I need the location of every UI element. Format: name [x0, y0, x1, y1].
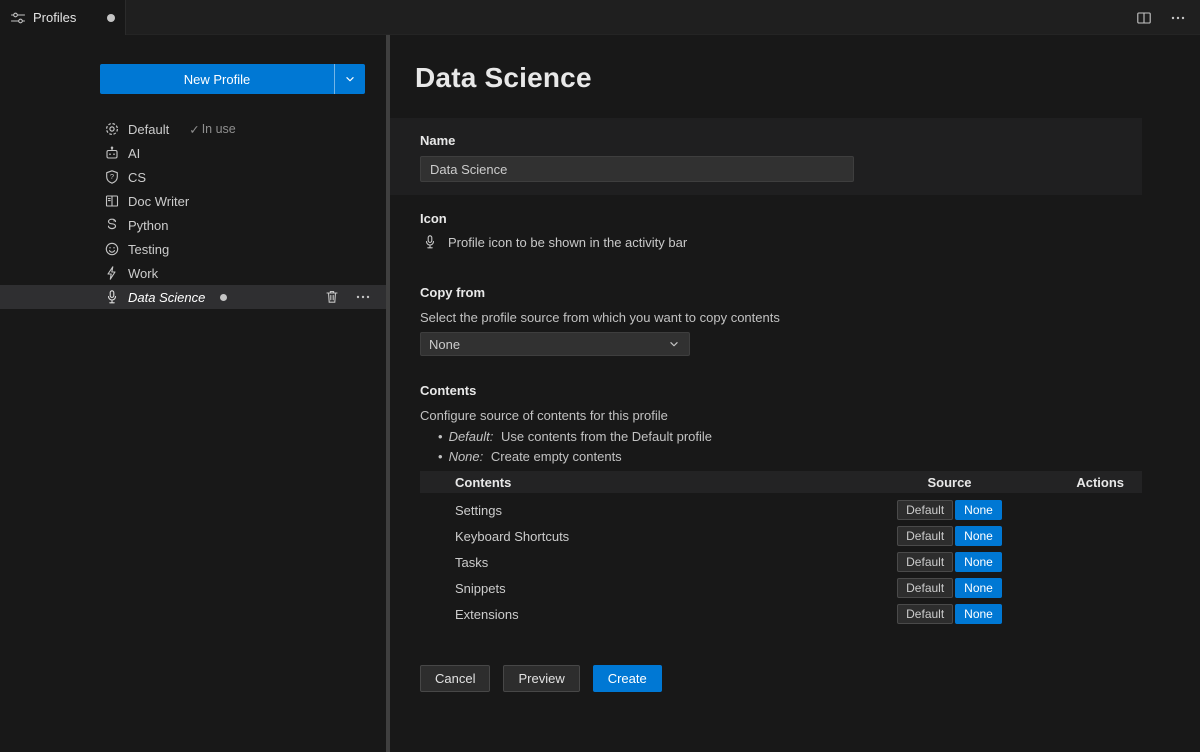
page-title: Data Science — [415, 62, 592, 93]
row-label: Settings — [455, 502, 502, 518]
chevron-down-icon — [343, 72, 357, 86]
new-profile-dropdown-button[interactable] — [334, 64, 365, 94]
row-label: Snippets — [455, 580, 506, 596]
tab-profiles[interactable]: Profiles — [0, 0, 126, 35]
table-header-row: Contents Source Actions — [420, 471, 1142, 493]
profile-name: Doc Writer — [128, 193, 190, 209]
snake-icon — [104, 217, 120, 233]
header-contents: Contents — [455, 474, 512, 490]
row-label: Extensions — [455, 606, 519, 622]
source-default-button[interactable]: Default — [897, 526, 954, 546]
source-default-button[interactable]: Default — [897, 604, 954, 624]
profile-row-actions — [324, 289, 386, 305]
create-button[interactable]: Create — [592, 665, 662, 692]
table-row-tasks: Tasks Default None — [420, 549, 1142, 575]
modified-dot — [220, 293, 228, 301]
profile-name-input[interactable] — [420, 156, 854, 182]
profile-name: Default — [128, 121, 170, 137]
profile-name: Data Science — [128, 289, 206, 305]
new-profile-button[interactable]: New Profile — [100, 64, 334, 94]
profile-name: AI — [128, 145, 141, 161]
new-profile-label: New Profile — [183, 71, 251, 87]
profile-item-ai[interactable]: AI — [0, 141, 386, 165]
source-default-button[interactable]: Default — [897, 552, 954, 572]
table-row-settings: Settings Default None — [420, 497, 1142, 523]
icon-picker-row[interactable]: Profile icon to be shown in the activity… — [422, 234, 687, 250]
profile-item-cs[interactable]: ? CS — [0, 165, 386, 189]
trash-icon[interactable] — [324, 289, 340, 305]
copy-from-selected-value: None — [429, 336, 461, 352]
name-label: Name — [420, 133, 456, 148]
more-icon[interactable] — [1170, 10, 1186, 26]
modified-dot — [107, 13, 115, 22]
mic-icon — [104, 289, 120, 305]
profile-item-testing[interactable]: Testing — [0, 237, 386, 261]
source-none-button[interactable]: None — [955, 552, 1002, 572]
source-default-button[interactable]: Default — [897, 500, 954, 520]
cancel-button[interactable]: Cancel — [420, 665, 491, 692]
book-icon — [104, 193, 120, 209]
gear-icon — [104, 121, 120, 137]
contents-label: Contents — [420, 383, 477, 398]
contents-description: Configure source of contents for this pr… — [420, 408, 668, 423]
bullet-none: • None: Create empty contents — [438, 449, 622, 464]
source-none-button[interactable]: None — [955, 526, 1002, 546]
profile-item-data-science[interactable]: Data Science — [0, 285, 386, 309]
copy-from-select[interactable]: None — [420, 332, 690, 356]
source-none-button[interactable]: None — [955, 500, 1002, 520]
more-icon[interactable] — [355, 289, 371, 305]
check-icon: ✓ — [189, 122, 200, 137]
shield-icon: ? — [104, 169, 120, 185]
row-label: Keyboard Shortcuts — [455, 528, 570, 544]
contents-bullet-list: • Default: Use contents from the Default … — [438, 427, 712, 467]
robot-icon — [104, 145, 120, 161]
profile-item-python[interactable]: Python — [0, 213, 386, 237]
editor-tab-bar: Profiles — [0, 0, 1200, 35]
profile-item-doc-writer[interactable]: Doc Writer — [0, 189, 386, 213]
header-actions: Actions — [1076, 474, 1124, 490]
source-none-button[interactable]: None — [955, 578, 1002, 598]
zap-icon — [104, 265, 120, 281]
table-row-snippets: Snippets Default None — [420, 575, 1142, 601]
profile-item-default[interactable]: Default ✓ In use — [0, 117, 386, 141]
in-use-badge: ✓ In use — [189, 122, 236, 137]
smiley-icon — [104, 241, 120, 257]
chevron-down-icon — [667, 337, 681, 351]
icon-description: Profile icon to be shown in the activity… — [448, 234, 688, 250]
in-use-label: In use — [201, 122, 236, 136]
profile-name: CS — [128, 169, 147, 185]
table-row-keyboard-shortcuts: Keyboard Shortcuts Default None — [420, 523, 1142, 549]
new-profile-split-button: New Profile — [100, 64, 365, 94]
profile-name: Testing — [128, 241, 170, 257]
source-default-button[interactable]: Default — [897, 578, 954, 598]
table-row-extensions: Extensions Default None — [420, 601, 1142, 627]
copy-from-label: Copy from — [420, 285, 485, 300]
mic-icon — [422, 234, 438, 250]
editor-actions — [1136, 0, 1186, 35]
bullet-default: • Default: Use contents from the Default … — [438, 429, 712, 444]
tab-label: Profiles — [33, 10, 77, 25]
contents-table: Contents Source Actions Settings Default… — [420, 471, 1142, 627]
profile-list: Default ✓ In use AI ? CS Doc Writer Pyth… — [0, 117, 386, 309]
tune-icon — [10, 10, 26, 26]
header-source: Source — [927, 474, 972, 490]
profile-name: Work — [128, 265, 159, 281]
icon-label: Icon — [420, 211, 447, 226]
row-label: Tasks — [455, 554, 489, 570]
source-none-button[interactable]: None — [955, 604, 1002, 624]
preview-button[interactable]: Preview — [503, 665, 580, 692]
svg-text:?: ? — [110, 172, 114, 181]
profile-item-work[interactable]: Work — [0, 261, 386, 285]
footer-buttons: Cancel Preview Create — [420, 665, 662, 692]
profile-name: Python — [128, 217, 169, 233]
copy-from-description: Select the profile source from which you… — [420, 310, 780, 325]
split-editor-icon[interactable] — [1136, 10, 1152, 26]
